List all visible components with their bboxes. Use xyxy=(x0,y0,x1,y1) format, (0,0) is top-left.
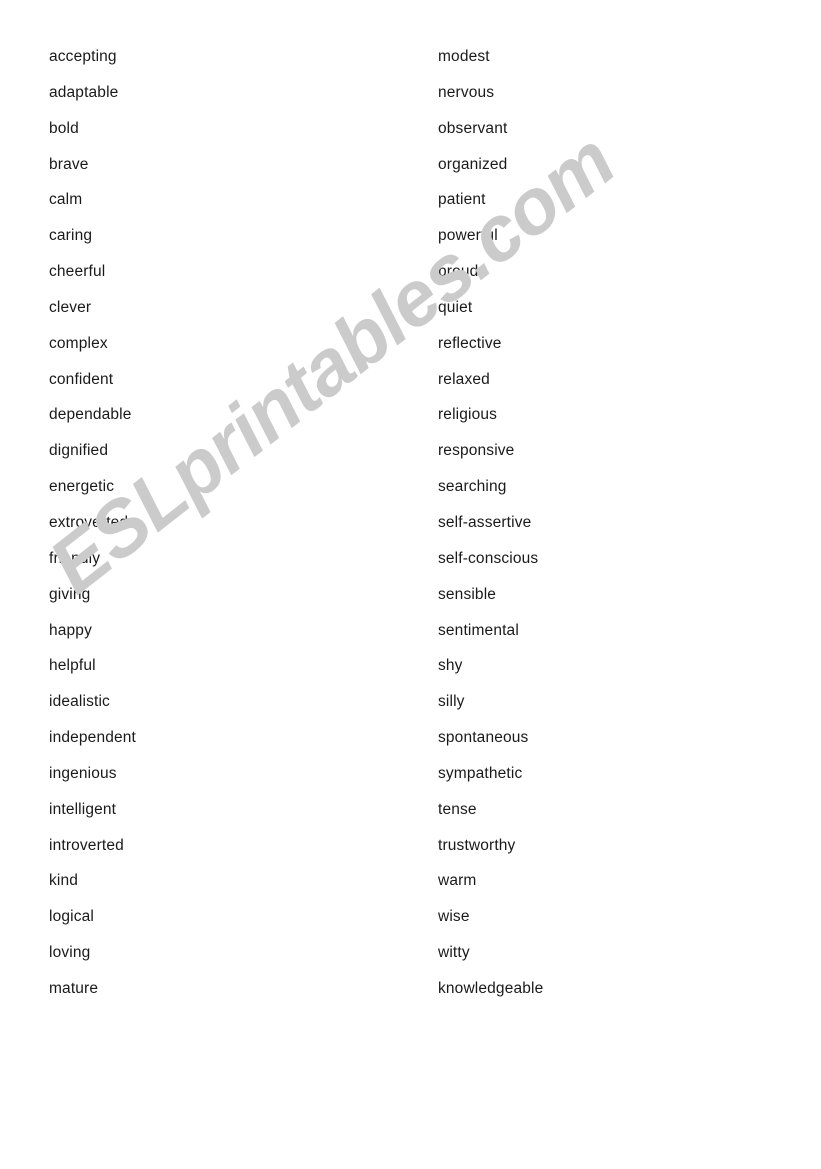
word-item: nervous xyxy=(438,83,495,101)
word-item: giving xyxy=(49,585,91,603)
word-item: energetic xyxy=(49,478,115,496)
word-item: bold xyxy=(49,119,79,137)
word-item: idealistic xyxy=(49,693,110,711)
word-item: shy xyxy=(438,657,463,675)
word-item: adaptable xyxy=(49,83,119,101)
word-item: religious xyxy=(438,406,498,424)
word-item: ingenious xyxy=(49,764,117,782)
word-item: sympathetic xyxy=(438,764,523,782)
word-item: responsive xyxy=(438,442,515,460)
word-item: dignified xyxy=(49,442,109,460)
word-item: powerful xyxy=(438,227,498,245)
word-item: self-assertive xyxy=(438,513,532,531)
word-item: witty xyxy=(438,944,470,962)
word-item: clever xyxy=(49,298,92,316)
word-item: wise xyxy=(438,908,470,926)
word-item: extroverted xyxy=(49,513,129,531)
word-item: logical xyxy=(49,908,94,926)
word-item: intelligent xyxy=(49,800,117,818)
word-item: accepting xyxy=(49,48,117,65)
word-item: complex xyxy=(49,334,108,352)
worksheet-page: accepting adaptable bold brave calm caring che… xyxy=(0,0,821,1169)
word-item: self-conscious xyxy=(438,549,539,567)
word-item: warm xyxy=(438,872,477,890)
word-item: modest xyxy=(438,48,490,65)
word-item: spontaneous xyxy=(438,729,529,747)
word-item: kind xyxy=(49,872,79,890)
word-item: loving xyxy=(49,944,91,962)
word-item: sensible xyxy=(438,585,497,603)
word-item: silly xyxy=(438,693,465,711)
word-item: sentimental xyxy=(438,621,519,639)
word-item: reflective xyxy=(438,334,502,352)
word-item: trustworthy xyxy=(438,836,516,854)
word-item: observant xyxy=(438,119,508,137)
word-item: caring xyxy=(49,227,93,245)
word-item: brave xyxy=(49,155,89,173)
word-list-container: accepting adaptable bold brave calm caring che… xyxy=(0,0,821,1169)
word-item: mature xyxy=(49,979,99,997)
word-item: independent xyxy=(49,729,136,747)
left-word-column: accepting adaptable bold brave calm caring che… xyxy=(49,39,419,1007)
word-item: confident xyxy=(49,370,114,388)
word-item: proud xyxy=(438,263,479,281)
word-item: patient xyxy=(438,191,486,209)
word-item: happy xyxy=(49,621,92,639)
word-item: cheerful xyxy=(49,263,106,281)
word-item: relaxed xyxy=(438,370,490,388)
word-item: searching xyxy=(438,478,507,496)
word-item: introverted xyxy=(49,836,124,854)
word-item: calm xyxy=(49,191,83,209)
word-item: quiet xyxy=(438,298,473,316)
word-item: organized xyxy=(438,155,508,173)
word-item: friendly xyxy=(49,549,101,567)
word-item: knowledgeable xyxy=(438,979,544,997)
word-item: helpful xyxy=(49,657,96,675)
word-item: dependable xyxy=(49,406,132,424)
word-item: tense xyxy=(438,800,477,818)
right-word-column: modest nervous observant organized patient po… xyxy=(438,39,808,1007)
